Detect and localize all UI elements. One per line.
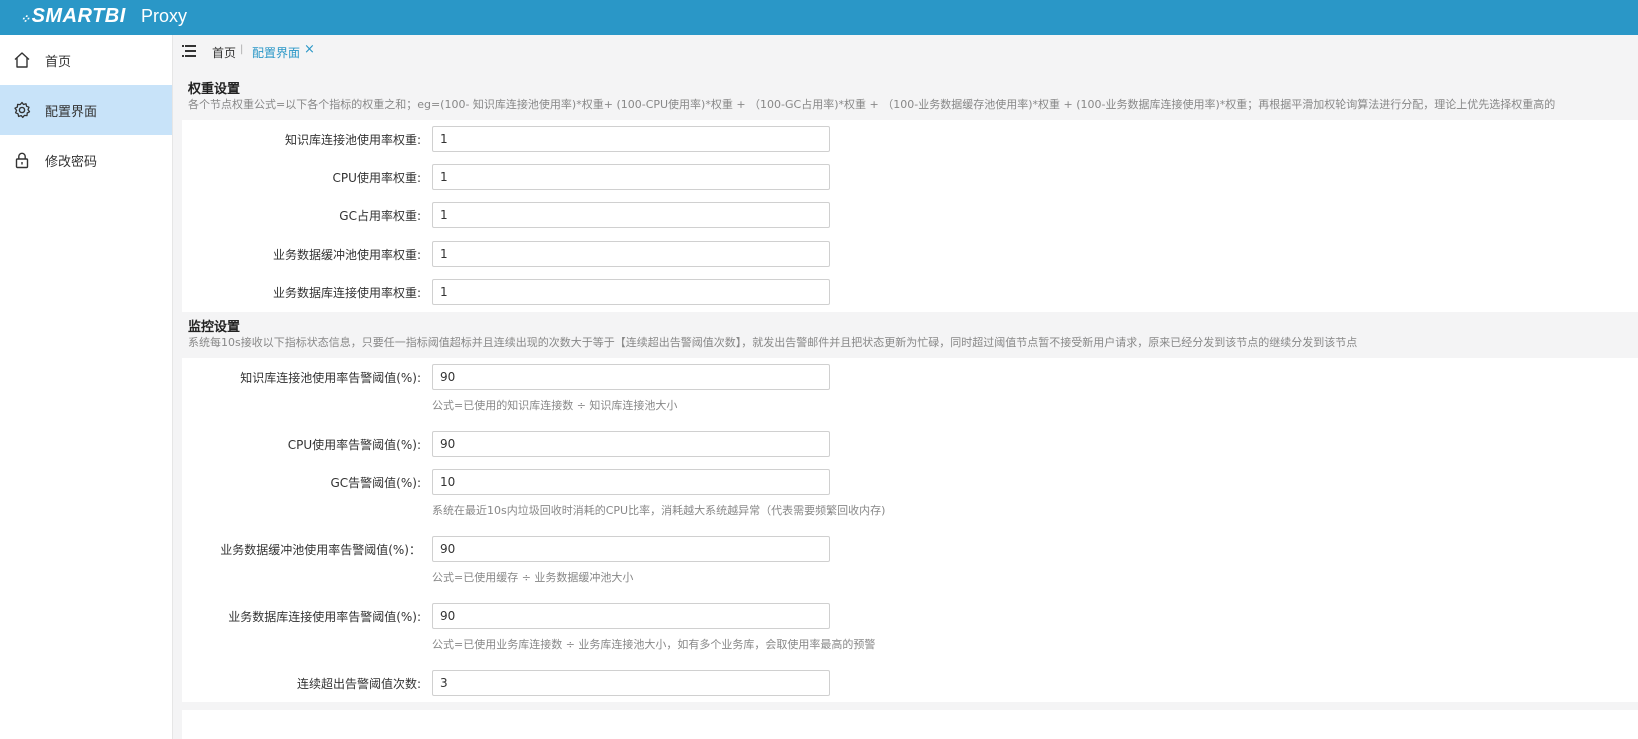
- tab-home[interactable]: 首页: [212, 44, 236, 61]
- consecutive-count-input[interactable]: [432, 670, 830, 696]
- tab-bar: 首页 | 配置界面 ×: [173, 35, 1638, 67]
- monitor-section-header: 监控设置 系统每10s接收以下指标状态信息，只要任一指标阈值超标并且连续出现的次…: [182, 312, 1638, 358]
- field-label: 业务数据库连接使用率告警阈值(%):: [228, 610, 421, 624]
- tab-config[interactable]: 配置界面: [252, 44, 300, 61]
- field-hint: 公式=已使用缓存 ÷ 业务数据缓冲池大小: [432, 571, 634, 584]
- product-name: Proxy: [141, 6, 188, 26]
- kb-pool-weight-input[interactable]: [432, 126, 830, 152]
- sidebar-item-label: 配置界面: [45, 105, 98, 120]
- sidebar-item-label: 首页: [45, 55, 72, 70]
- top-bar: ⁘SMARTBI Proxy: [0, 0, 1638, 35]
- field-label: 业务数据库连接使用率权重:: [272, 286, 421, 300]
- section-description: 系统每10s接收以下指标状态信息，只要任一指标阈值超标并且连续出现的次数大于等于…: [188, 336, 1358, 349]
- home-icon: [14, 52, 30, 68]
- logo: ⁘SMARTBI: [20, 5, 126, 28]
- db-conn-threshold-input[interactable]: [432, 603, 830, 629]
- section-description: 各个节点权重公式=以下各个指标的权重之和；eg=(100- 知识库连接池使用率)…: [188, 98, 1556, 111]
- field-label: GC占用率权重:: [339, 209, 421, 223]
- sidebar: 首页 配置界面 修改密码: [0, 35, 173, 739]
- lock-icon: [15, 152, 29, 169]
- tab-separator: |: [240, 44, 244, 55]
- weights-section-header: 权重设置 各个节点权重公式=以下各个指标的权重之和；eg=(100- 知识库连接…: [182, 74, 1638, 120]
- config-form: 权重设置 各个节点权重公式=以下各个指标的权重之和；eg=(100- 知识库连接…: [182, 74, 1638, 739]
- field-hint: 公式=已使用业务库连接数 ÷ 业务库连接池大小，如有多个业务库，会取使用率最高的…: [432, 638, 876, 651]
- cpu-weight-input[interactable]: [432, 164, 830, 190]
- field-hint: 公式=已使用的知识库连接数 ÷ 知识库连接池大小: [432, 399, 678, 412]
- cache-pool-weight-input[interactable]: [432, 241, 830, 267]
- sidebar-item-config[interactable]: 配置界面: [0, 85, 172, 135]
- sidebar-item-change-password[interactable]: 修改密码: [0, 135, 172, 185]
- field-hint: 系统在最近10s内垃圾回收时消耗的CPU比率，消耗越大系统越异常（代表需要频繁回…: [432, 504, 886, 517]
- logo-text: SMARTBI: [31, 5, 126, 27]
- logo-dots-icon: ⁘: [20, 12, 31, 26]
- cache-pool-threshold-input[interactable]: [432, 536, 830, 562]
- field-label: GC告警阈值(%):: [330, 476, 422, 490]
- field-label: CPU使用率权重:: [332, 171, 421, 185]
- db-conn-weight-input[interactable]: [432, 279, 830, 305]
- field-label: CPU使用率告警阈值(%):: [287, 438, 421, 452]
- tab-close-icon[interactable]: ×: [304, 42, 315, 57]
- sidebar-item-home[interactable]: 首页: [0, 35, 172, 85]
- section-divider: [182, 702, 1638, 710]
- field-label: 连续超出告警阈值次数:: [296, 677, 421, 691]
- field-label: 知识库连接池使用率告警阈值(%):: [240, 371, 421, 385]
- gear-icon: [14, 101, 31, 119]
- cpu-threshold-input[interactable]: [432, 431, 830, 457]
- section-title: 监控设置: [188, 320, 241, 335]
- sidebar-item-label: 修改密码: [45, 155, 98, 170]
- field-label: 业务数据缓冲池使用率权重:: [272, 248, 421, 262]
- field-label: 知识库连接池使用率权重:: [284, 133, 421, 147]
- gc-weight-input[interactable]: [432, 202, 830, 228]
- kb-pool-threshold-input[interactable]: [432, 364, 830, 390]
- field-label: 业务数据缓冲池使用率告警阈值(%)：: [220, 543, 421, 557]
- menu-toggle-icon[interactable]: [182, 45, 196, 57]
- section-title: 权重设置: [188, 82, 241, 97]
- gc-threshold-input[interactable]: [432, 469, 830, 495]
